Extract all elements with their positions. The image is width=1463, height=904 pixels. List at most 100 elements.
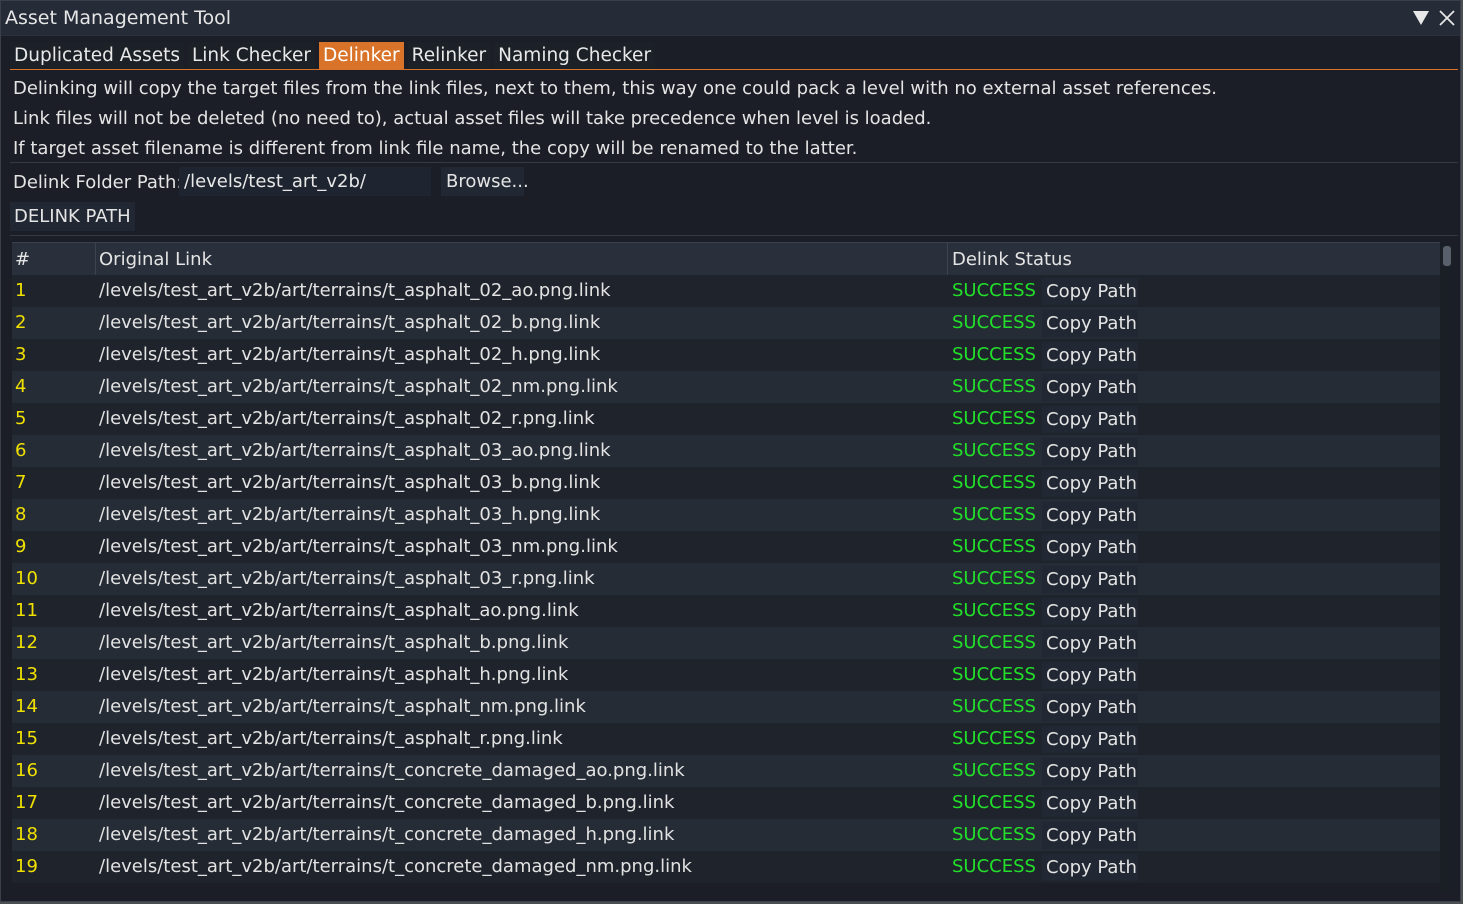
close-x-icon[interactable] — [1437, 8, 1457, 28]
column-header-number[interactable]: # — [15, 249, 30, 270]
column-header-original-link[interactable]: Original Link — [99, 249, 212, 270]
delink-status: SUCCESS — [952, 504, 1036, 525]
copy-path-button[interactable]: Copy Path — [1042, 502, 1138, 529]
divider — [10, 235, 1458, 236]
original-link-path: /levels/test_art_v2b/art/terrains/t_asph… — [99, 472, 601, 493]
row-number: 12 — [15, 632, 38, 653]
table-row[interactable]: 14/levels/test_art_v2b/art/terrains/t_as… — [12, 691, 1440, 723]
copy-path-button[interactable]: Copy Path — [1042, 566, 1138, 593]
copy-path-button[interactable]: Copy Path — [1042, 470, 1138, 497]
table-scrollbar[interactable] — [1440, 243, 1454, 892]
original-link-path: /levels/test_art_v2b/art/terrains/t_asph… — [99, 440, 611, 461]
original-link-path: /levels/test_art_v2b/art/terrains/t_asph… — [99, 376, 618, 397]
delink-folder-path-input[interactable] — [179, 167, 431, 196]
copy-path-button[interactable]: Copy Path — [1042, 854, 1138, 881]
row-number: 19 — [15, 856, 38, 877]
divider — [10, 162, 1458, 163]
tab-duplicated-assets[interactable]: Duplicated Assets — [10, 42, 184, 69]
row-number: 8 — [15, 504, 27, 525]
tab-link-checker[interactable]: Link Checker — [187, 42, 315, 69]
copy-path-button[interactable]: Copy Path — [1042, 374, 1138, 401]
row-number: 14 — [15, 696, 38, 717]
table-row[interactable]: 4/levels/test_art_v2b/art/terrains/t_asp… — [12, 371, 1440, 403]
copy-path-button[interactable]: Copy Path — [1042, 630, 1138, 657]
column-header-delink-status[interactable]: Delink Status — [952, 249, 1072, 270]
browse-button[interactable]: Browse... — [441, 167, 529, 196]
copy-path-button[interactable]: Copy Path — [1042, 598, 1138, 625]
table-row[interactable]: 16/levels/test_art_v2b/art/terrains/t_co… — [12, 755, 1440, 787]
row-number: 5 — [15, 408, 27, 429]
delink-status: SUCCESS — [952, 344, 1036, 365]
original-link-path: /levels/test_art_v2b/art/terrains/t_asph… — [99, 728, 563, 749]
copy-path-button[interactable]: Copy Path — [1042, 694, 1138, 721]
table-row[interactable]: 5/levels/test_art_v2b/art/terrains/t_asp… — [12, 403, 1440, 435]
row-number: 10 — [15, 568, 38, 589]
copy-path-button[interactable]: Copy Path — [1042, 790, 1138, 817]
original-link-path: /levels/test_art_v2b/art/terrains/t_conc… — [99, 856, 692, 877]
table-row[interactable]: 12/levels/test_art_v2b/art/terrains/t_as… — [12, 627, 1440, 659]
delink-status: SUCCESS — [952, 440, 1036, 461]
title-bar[interactable]: Asset Management Tool — [1, 1, 1460, 36]
original-link-path: /levels/test_art_v2b/art/terrains/t_conc… — [99, 792, 675, 813]
copy-path-button[interactable]: Copy Path — [1042, 438, 1138, 465]
delink-status: SUCCESS — [952, 600, 1036, 621]
copy-path-button[interactable]: Copy Path — [1042, 278, 1138, 305]
row-number: 15 — [15, 728, 38, 749]
original-link-path: /levels/test_art_v2b/art/terrains/t_asph… — [99, 280, 611, 301]
copy-path-button[interactable]: Copy Path — [1042, 310, 1138, 337]
table-row[interactable]: 2/levels/test_art_v2b/art/terrains/t_asp… — [12, 307, 1440, 339]
column-divider[interactable] — [95, 243, 96, 275]
tab-delinker[interactable]: Delinker — [318, 42, 404, 69]
table-row[interactable]: 17/levels/test_art_v2b/art/terrains/t_co… — [12, 787, 1440, 819]
delink-status: SUCCESS — [952, 568, 1036, 589]
original-link-path: /levels/test_art_v2b/art/terrains/t_asph… — [99, 408, 595, 429]
original-link-path: /levels/test_art_v2b/art/terrains/t_asph… — [99, 312, 601, 333]
table-row[interactable]: 9/levels/test_art_v2b/art/terrains/t_asp… — [12, 531, 1440, 563]
table-row[interactable]: 8/levels/test_art_v2b/art/terrains/t_asp… — [12, 499, 1440, 531]
description-line-1: Delinking will copy the target files fro… — [13, 78, 1217, 99]
description-line-3: If target asset filename is different fr… — [13, 138, 858, 159]
table-row[interactable]: 6/levels/test_art_v2b/art/terrains/t_asp… — [12, 435, 1440, 467]
copy-path-button[interactable]: Copy Path — [1042, 662, 1138, 689]
delink-status: SUCCESS — [952, 408, 1036, 429]
delink-status: SUCCESS — [952, 824, 1036, 845]
delink-status: SUCCESS — [952, 280, 1036, 301]
original-link-path: /levels/test_art_v2b/art/terrains/t_asph… — [99, 600, 579, 621]
table-row[interactable]: 18/levels/test_art_v2b/art/terrains/t_co… — [12, 819, 1440, 851]
copy-path-button[interactable]: Copy Path — [1042, 726, 1138, 753]
delink-status: SUCCESS — [952, 760, 1036, 781]
delink-status: SUCCESS — [952, 312, 1036, 333]
table-row[interactable]: 3/levels/test_art_v2b/art/terrains/t_asp… — [12, 339, 1440, 371]
copy-path-button[interactable]: Copy Path — [1042, 758, 1138, 785]
triangle-down-icon[interactable] — [1411, 9, 1431, 27]
delink-path-button[interactable]: DELINK PATH — [10, 202, 135, 231]
row-number: 1 — [15, 280, 27, 301]
original-link-path: /levels/test_art_v2b/art/terrains/t_conc… — [99, 824, 675, 845]
scrollbar-thumb[interactable] — [1443, 246, 1451, 266]
tab-underline — [10, 69, 1458, 70]
tab-relinker[interactable]: Relinker — [407, 42, 491, 69]
table-row[interactable]: 7/levels/test_art_v2b/art/terrains/t_asp… — [12, 467, 1440, 499]
original-link-path: /levels/test_art_v2b/art/terrains/t_asph… — [99, 696, 586, 717]
delink-folder-path-label: Delink Folder Path: — [13, 172, 183, 193]
copy-path-button[interactable]: Copy Path — [1042, 342, 1138, 369]
table-row[interactable]: 1/levels/test_art_v2b/art/terrains/t_asp… — [12, 275, 1440, 307]
copy-path-button[interactable]: Copy Path — [1042, 534, 1138, 561]
table-row[interactable]: 11/levels/test_art_v2b/art/terrains/t_as… — [12, 595, 1440, 627]
table-row[interactable]: 13/levels/test_art_v2b/art/terrains/t_as… — [12, 659, 1440, 691]
copy-path-button[interactable]: Copy Path — [1042, 406, 1138, 433]
row-number: 18 — [15, 824, 38, 845]
row-number: 11 — [15, 600, 38, 621]
table-row[interactable]: 19/levels/test_art_v2b/art/terrains/t_co… — [12, 851, 1440, 883]
column-divider[interactable] — [947, 243, 948, 275]
table-body: 1/levels/test_art_v2b/art/terrains/t_asp… — [12, 275, 1440, 883]
tab-naming-checker[interactable]: Naming Checker — [494, 42, 656, 69]
delink-status: SUCCESS — [952, 792, 1036, 813]
copy-path-button[interactable]: Copy Path — [1042, 822, 1138, 849]
original-link-path: /levels/test_art_v2b/art/terrains/t_asph… — [99, 504, 601, 525]
table-row[interactable]: 10/levels/test_art_v2b/art/terrains/t_as… — [12, 563, 1440, 595]
delink-status: SUCCESS — [952, 728, 1036, 749]
table-row[interactable]: 15/levels/test_art_v2b/art/terrains/t_as… — [12, 723, 1440, 755]
delink-status: SUCCESS — [952, 664, 1036, 685]
row-number: 13 — [15, 664, 38, 685]
